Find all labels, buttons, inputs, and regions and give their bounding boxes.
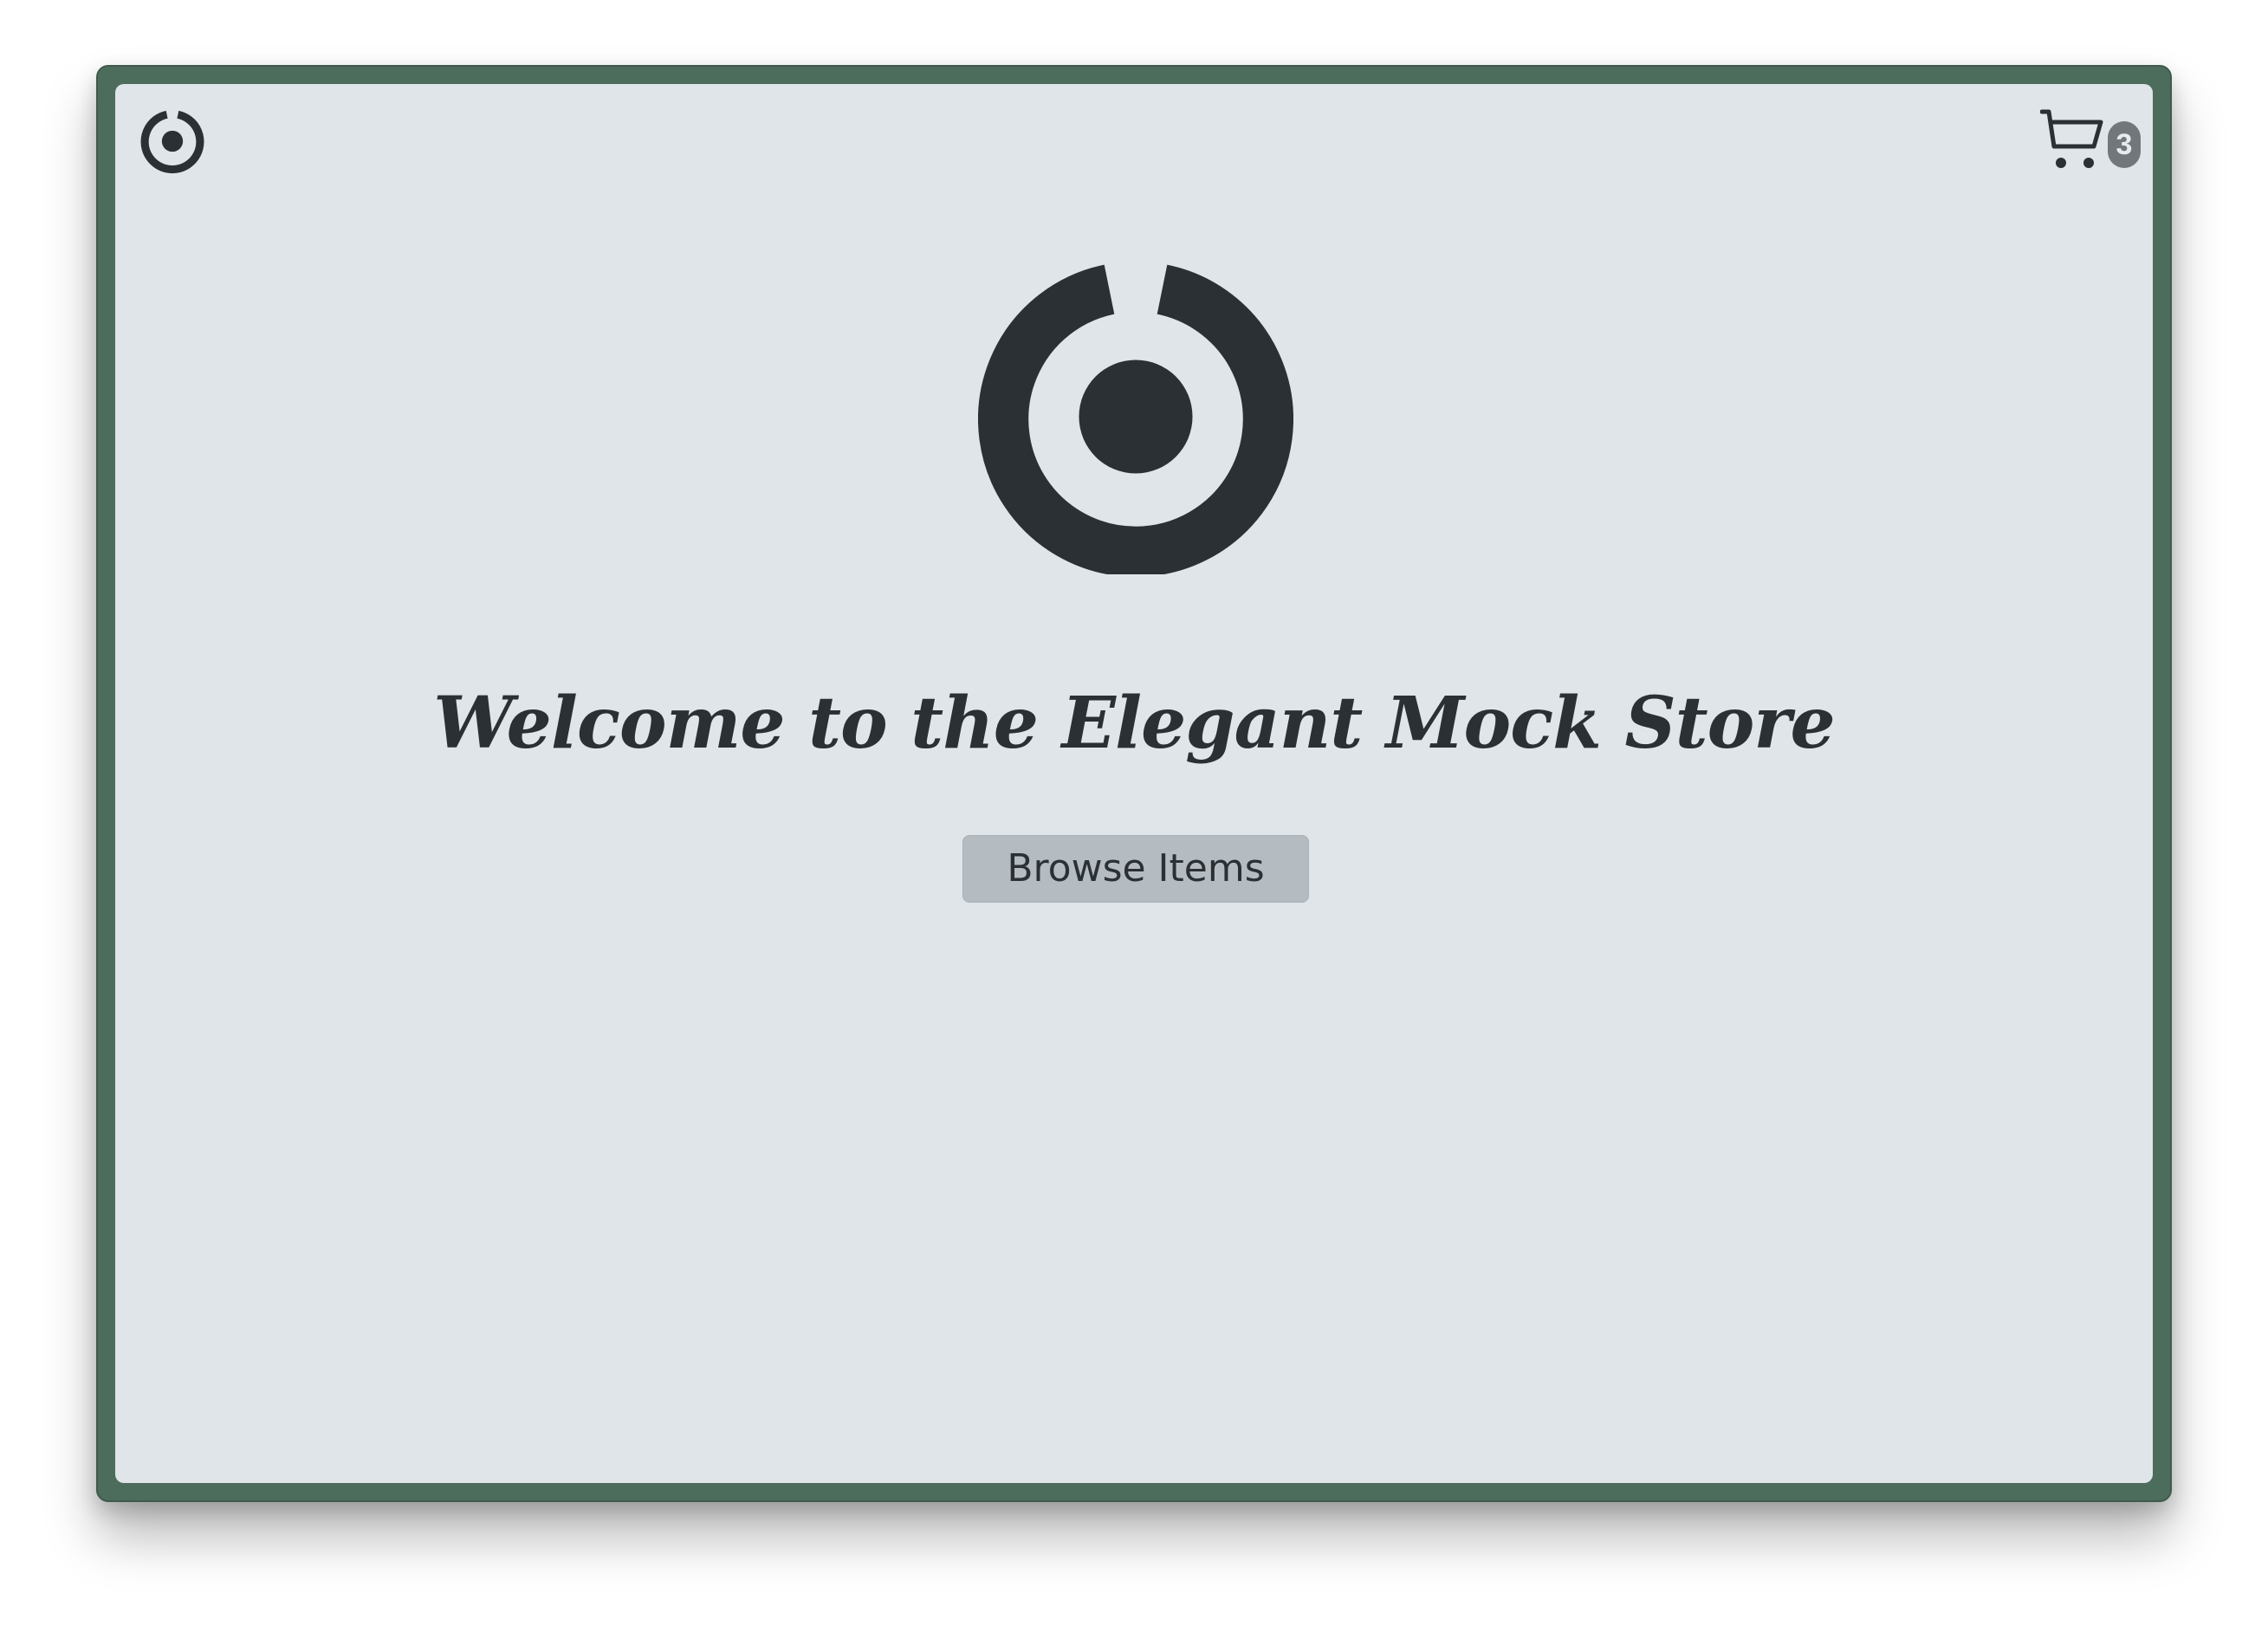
cart-count-badge: 3	[2108, 121, 2141, 168]
app-window: 3 Welcome to the Elegant Mock Store Brow…	[96, 65, 2172, 1502]
store-logo-icon	[978, 264, 1293, 574]
store-logo-icon[interactable]	[139, 108, 205, 174]
browse-items-button[interactable]: Browse Items	[962, 835, 1309, 903]
store-home-page: 3 Welcome to the Elegant Mock Store Brow…	[115, 84, 2153, 1483]
cart-button[interactable]: 3	[2040, 108, 2141, 174]
welcome-heading: Welcome to the Elegant Mock Store	[433, 682, 1835, 765]
shopping-cart-icon	[2040, 109, 2103, 168]
